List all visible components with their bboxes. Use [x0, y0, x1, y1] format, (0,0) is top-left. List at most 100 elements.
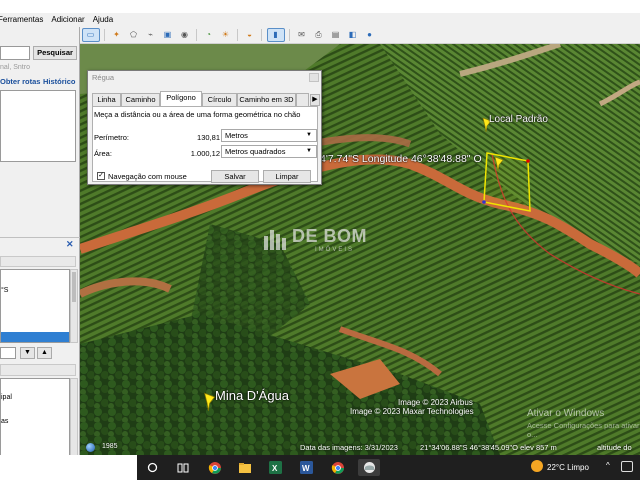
mouse-navigation-label: Navegação com mouse [108, 172, 187, 181]
sunlight-icon[interactable]: ☀ [219, 29, 233, 41]
menu-bar: Ferramentas Adicionar Ajuda [0, 13, 640, 27]
menu-tools[interactable]: Ferramentas [0, 13, 47, 27]
path-icon[interactable]: ⌁ [144, 29, 158, 41]
layers-scrollbar[interactable] [70, 378, 78, 456]
chevron-down-icon: ▼ [306, 148, 312, 154]
placemark-label[interactable]: Local Padrão [489, 114, 548, 125]
ruler-panel: Meça a distância ou a área de uma forma … [92, 106, 318, 183]
status-year: 1985 [102, 443, 118, 450]
places-tree: °S [0, 269, 70, 343]
tree-item-selected[interactable] [1, 332, 69, 342]
tab-path[interactable]: Caminho [121, 93, 160, 106]
clear-button[interactable]: Limpar [263, 170, 311, 183]
mouse-navigation-checkbox[interactable]: ✓ [97, 172, 105, 180]
toolbar-separator [104, 29, 105, 41]
earth-icon[interactable]: ● [363, 29, 377, 41]
panel-divider [0, 237, 80, 238]
imagery-credit: Image © 2023 Maxar Technologies [350, 407, 474, 416]
globe-icon[interactable] [86, 443, 95, 452]
eye-altitude: altitude do p... [597, 443, 632, 455]
menu-add[interactable]: Adicionar [47, 13, 88, 27]
google-earth-icon[interactable] [358, 459, 380, 476]
layers-header [0, 364, 76, 376]
chrome-icon[interactable] [206, 459, 223, 476]
placemark-pin-icon[interactable] [202, 392, 216, 412]
menu-help[interactable]: Ajuda [89, 13, 117, 27]
tab-overflow[interactable] [296, 93, 309, 106]
search-button[interactable]: Pesquisar [33, 46, 77, 60]
planets-icon[interactable]: ◒ [243, 29, 257, 41]
placemark-pin-icon[interactable] [493, 156, 504, 172]
area-unit-value: Metros quadrados [225, 147, 286, 156]
layers-list: ipal as [0, 378, 70, 456]
activation-watermark-sub: Acesse Configurações para ativar o... [527, 421, 640, 439]
svg-text:X: X [272, 464, 278, 473]
perimeter-value: 130,81 [197, 133, 220, 142]
search-hint: nal, Sntro [0, 64, 30, 71]
toolbar-separator [237, 29, 238, 41]
tab-line[interactable]: Linha [92, 93, 121, 106]
watermark-text: DE BOM [292, 226, 367, 246]
history-link[interactable]: Histórico [43, 77, 76, 86]
placemark-icon[interactable]: ✦ [110, 29, 124, 41]
scrollbar-thumb[interactable] [72, 272, 76, 302]
task-view-icon[interactable] [174, 459, 191, 476]
perimeter-unit-select[interactable]: Metros ▼ [221, 129, 317, 142]
start-button[interactable] [144, 459, 161, 476]
perimeter-label: Perímetro: [94, 133, 130, 142]
layer-item[interactable]: ipal [1, 394, 12, 401]
close-icon[interactable]: ✕ [66, 239, 74, 250]
historical-imagery-icon[interactable]: ◔ [202, 29, 216, 41]
ruler-tabs: Linha Caminho Polígono Círculo Caminho e… [92, 91, 320, 106]
sidebar: Pesquisar nal, Sntro Obter rotas Históri… [0, 27, 80, 456]
watermark-subtext: IMÓVEIS [315, 247, 355, 253]
tour-icon[interactable]: ◉ [178, 29, 192, 41]
tab-3d-path[interactable]: Caminho em 3D [237, 93, 296, 106]
move-down-button[interactable]: ▼ [20, 347, 35, 359]
tree-field[interactable] [0, 347, 16, 359]
building-icon [264, 230, 286, 250]
area-unit-select[interactable]: Metros quadrados ▼ [221, 145, 317, 158]
print-icon[interactable]: ⎙ [312, 29, 326, 41]
ruler-dialog: Régua Linha Caminho Polígono Círculo Cam… [87, 70, 322, 185]
excel-icon[interactable]: X [267, 459, 284, 476]
ruler-icon[interactable]: ▮ [266, 28, 285, 42]
coordinate-label: 4'7.74"S Longitude 46°38'48.88" O [320, 153, 482, 165]
placemark-label[interactable]: Mina D'Água [215, 388, 289, 403]
weather-text[interactable]: 22°C Limpo [547, 463, 589, 472]
tray-app-icon[interactable] [621, 461, 633, 472]
imagery-date: Data das imagens: 3/31/2023 [300, 443, 398, 452]
toolbar: ▭ ✦ ⬠ ⌁ ▣ ◉ ◔ ☀ ◒ ▮ ✉ ⎙ ▤ ◧ ● [80, 27, 640, 44]
file-explorer-icon[interactable] [236, 459, 253, 476]
chrome-profile-icon[interactable] [329, 459, 346, 476]
tab-polygon[interactable]: Polígono [160, 91, 202, 106]
get-directions-link[interactable]: Obter rotas [0, 77, 40, 86]
maps-icon[interactable]: ◧ [346, 29, 360, 41]
save-image-icon[interactable]: ▤ [329, 29, 343, 41]
save-button[interactable]: Salvar [211, 170, 259, 183]
layer-item[interactable]: as [1, 418, 8, 425]
sidebar-toggle-icon[interactable]: ▭ [81, 28, 100, 42]
imagery-credit: Image © 2023 Airbus [398, 398, 473, 407]
tab-circle[interactable]: Círculo [202, 93, 237, 106]
taskbar: X W 22°C Limpo ^ [0, 455, 640, 480]
area-label: Área: [94, 149, 112, 158]
word-icon[interactable]: W [298, 459, 315, 476]
image-overlay-icon[interactable]: ▣ [161, 29, 175, 41]
move-up-button[interactable]: ▲ [37, 347, 52, 359]
taskbar-search-area[interactable] [0, 455, 137, 480]
email-icon[interactable]: ✉ [295, 29, 309, 41]
weather-moon-icon[interactable] [531, 460, 543, 472]
watermark-logo: DE BOM IMÓVEIS [260, 226, 380, 256]
close-button[interactable] [309, 73, 319, 82]
perimeter-unit-value: Metros [225, 131, 248, 140]
tree-item-text[interactable]: °S [1, 287, 8, 294]
dialog-title: Régua [92, 73, 115, 82]
chevron-up-icon[interactable]: ^ [606, 461, 610, 470]
places-scrollbar[interactable] [70, 269, 78, 343]
polygon-icon[interactable]: ⬠ [127, 29, 141, 41]
chevron-right-icon[interactable]: ▶ [310, 94, 320, 106]
search-input[interactable] [0, 46, 30, 60]
title-strip [0, 0, 640, 13]
svg-text:W: W [302, 464, 310, 473]
